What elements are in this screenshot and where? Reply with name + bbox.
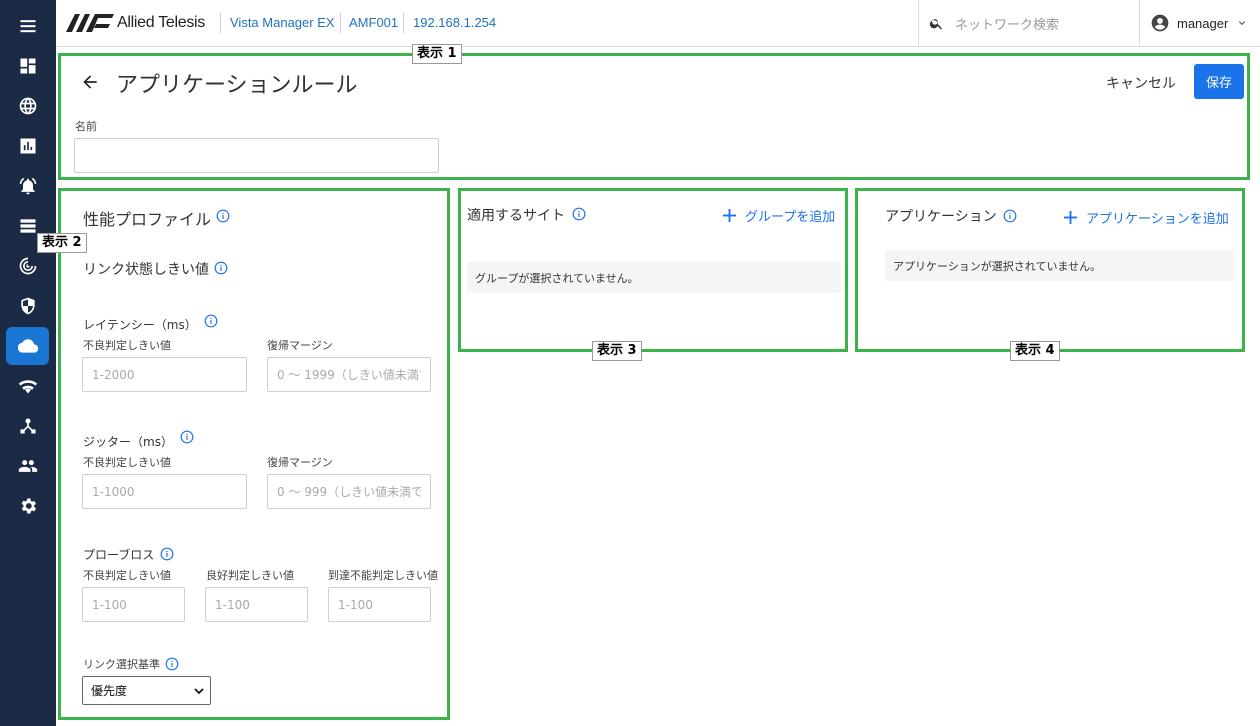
info-icon[interactable] bbox=[1003, 209, 1017, 223]
latency-recovery-input[interactable] bbox=[267, 357, 431, 392]
cancel-button[interactable]: キャンセル bbox=[1098, 68, 1184, 98]
alarm-icon bbox=[19, 177, 36, 195]
sites-title: 適用するサイト bbox=[467, 208, 565, 224]
breadcrumb-app[interactable]: Vista Manager EX bbox=[230, 15, 335, 30]
user-menu[interactable]: manager bbox=[1150, 13, 1248, 33]
threshold-heading: リンク状態しきい値 bbox=[83, 262, 209, 278]
jitter-label: ジッター（ms） bbox=[83, 435, 173, 449]
breadcrumb-separator bbox=[220, 13, 221, 33]
link-selection-value: 優先度 bbox=[91, 684, 128, 698]
dashboard-icon bbox=[20, 58, 35, 74]
shield-icon bbox=[20, 297, 35, 315]
latency-recovery-label: 復帰マージン bbox=[267, 339, 333, 352]
search-icon bbox=[929, 19, 942, 30]
info-icon[interactable] bbox=[204, 314, 218, 328]
gear-icon bbox=[21, 498, 36, 514]
add-group-button[interactable]: グループを追加 bbox=[723, 206, 835, 225]
applications-title: アプリケーション bbox=[885, 209, 997, 225]
add-group-label: グループを追加 bbox=[745, 210, 836, 225]
latency-label: レイテンシー（ms） bbox=[83, 318, 197, 332]
link-selection-select[interactable]: 優先度 bbox=[82, 676, 211, 705]
probe-good-input[interactable] bbox=[205, 587, 308, 622]
latency-bad-label: 不良判定しきい値 bbox=[83, 339, 171, 352]
list-icon bbox=[20, 219, 35, 233]
search-input[interactable] bbox=[955, 12, 1135, 36]
info-icon[interactable] bbox=[214, 261, 228, 275]
jitter-bad-input[interactable] bbox=[82, 474, 247, 509]
plus-icon bbox=[723, 209, 736, 222]
sites-empty-message: グループが選択されていません。 bbox=[467, 262, 841, 293]
sidebar-item-dashboard[interactable] bbox=[6, 47, 49, 85]
save-button[interactable]: 保存 bbox=[1194, 64, 1244, 99]
sidebar-item-topology[interactable] bbox=[6, 407, 49, 445]
probe-good-label: 良好判定しきい値 bbox=[206, 569, 294, 582]
add-application-button[interactable]: アプリケーションを追加 bbox=[1064, 208, 1229, 227]
globe-icon bbox=[19, 97, 36, 115]
back-arrow-icon[interactable] bbox=[80, 72, 100, 92]
callout-label-2: 表示 2 bbox=[37, 233, 87, 253]
cloud-icon bbox=[17, 339, 38, 353]
breadcrumb-separator bbox=[403, 13, 404, 33]
sidebar-item-reports[interactable] bbox=[6, 127, 49, 165]
sidebar-item-wireless[interactable] bbox=[6, 367, 49, 405]
sidebar-item-settings[interactable] bbox=[6, 487, 49, 525]
brand-name: Allied Telesis bbox=[117, 14, 205, 31]
user-name: manager bbox=[1177, 15, 1229, 31]
account-icon bbox=[1151, 14, 1169, 32]
radar-icon bbox=[19, 257, 36, 275]
menu-icon bbox=[20, 20, 35, 33]
network-search bbox=[918, 0, 1140, 47]
info-icon[interactable] bbox=[160, 547, 174, 561]
sidebar-item-cloud[interactable] bbox=[6, 327, 49, 365]
menu-button[interactable] bbox=[6, 7, 49, 45]
breadcrumb-amf[interactable]: AMF001 bbox=[349, 15, 398, 30]
latency-bad-input[interactable] bbox=[82, 357, 247, 392]
probe-loss-label: プローブロス bbox=[83, 548, 155, 562]
info-icon[interactable] bbox=[180, 430, 194, 444]
jitter-recovery-input[interactable] bbox=[267, 474, 431, 509]
probe-bad-input[interactable] bbox=[82, 587, 185, 622]
add-application-label: アプリケーションを追加 bbox=[1086, 212, 1229, 227]
page-title: アプリケーションルール bbox=[116, 73, 358, 98]
users-icon bbox=[18, 460, 37, 472]
topology-icon bbox=[20, 418, 35, 434]
sidebar-item-users[interactable] bbox=[6, 447, 49, 485]
breadcrumb-separator bbox=[340, 13, 341, 33]
breadcrumb-ip[interactable]: 192.168.1.254 bbox=[413, 15, 496, 30]
profile-title: 性能プロファイル bbox=[83, 210, 212, 229]
name-field[interactable] bbox=[74, 138, 439, 173]
allied-telesis-logo-icon bbox=[66, 14, 114, 32]
info-icon[interactable] bbox=[572, 207, 586, 221]
info-icon[interactable] bbox=[165, 657, 179, 671]
chart-icon bbox=[20, 138, 35, 154]
probe-unreachable-input[interactable] bbox=[328, 587, 431, 622]
jitter-bad-label: 不良判定しきい値 bbox=[83, 456, 171, 469]
sidebar-item-network[interactable] bbox=[6, 87, 49, 125]
chevron-down-icon bbox=[194, 688, 204, 695]
callout-label-4: 表示 4 bbox=[1010, 341, 1060, 361]
sidebar-item-security[interactable] bbox=[6, 287, 49, 325]
probe-bad-label: 不良判定しきい値 bbox=[83, 569, 171, 582]
chevron-down-icon bbox=[1239, 21, 1246, 25]
callout-label-1: 表示 1 bbox=[412, 44, 462, 64]
sidebar bbox=[0, 0, 56, 726]
wifi-icon bbox=[18, 380, 37, 394]
plus-icon bbox=[1064, 211, 1077, 224]
brand-logo[interactable]: Allied Telesis bbox=[66, 14, 205, 32]
sidebar-item-alarms[interactable] bbox=[6, 167, 49, 205]
top-bar: Allied Telesis Vista Manager EX AMF001 1… bbox=[56, 0, 1260, 47]
link-selection-label: リンク選択基準 bbox=[83, 658, 160, 671]
applications-empty-message: アプリケーションが選択されていません。 bbox=[885, 250, 1234, 281]
info-icon[interactable] bbox=[216, 209, 230, 223]
probe-unreachable-label: 到達不能判定しきい値 bbox=[328, 569, 438, 582]
callout-label-3: 表示 3 bbox=[592, 341, 642, 361]
name-label: 名前 bbox=[75, 120, 97, 133]
jitter-recovery-label: 復帰マージン bbox=[267, 456, 333, 469]
